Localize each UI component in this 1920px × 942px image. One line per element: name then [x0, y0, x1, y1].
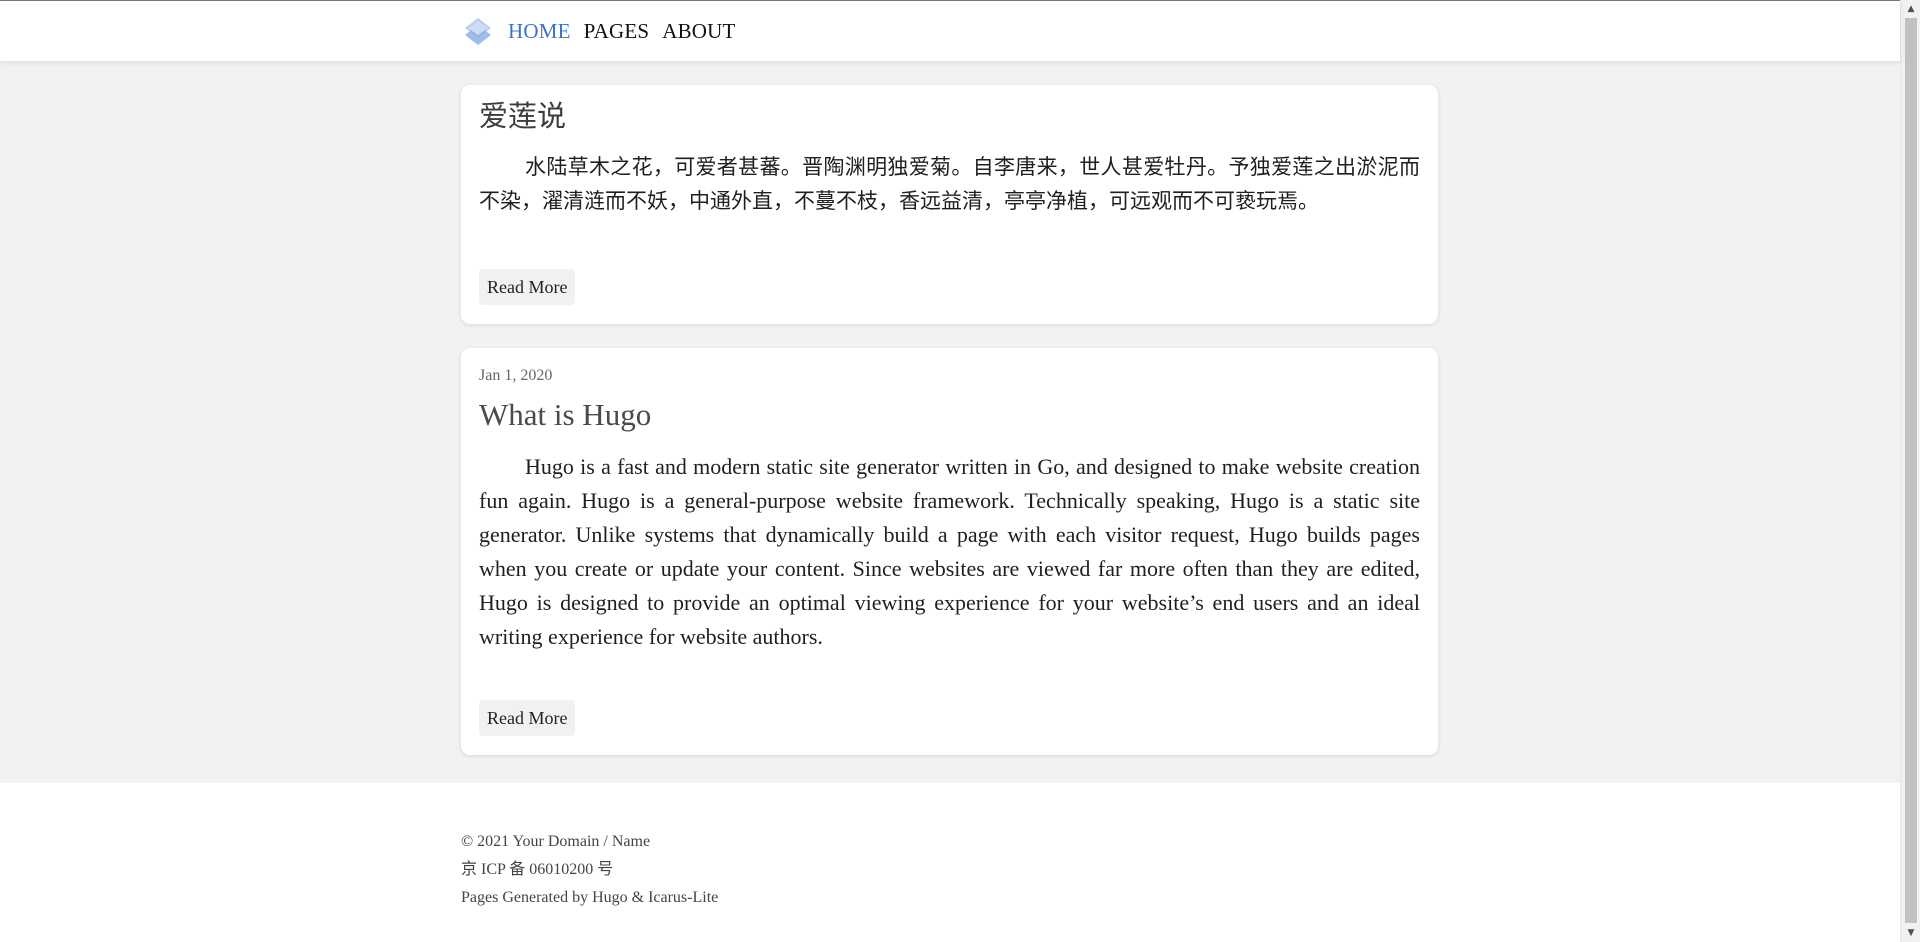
footer-generator: Pages Generated by Hugo & Icarus-Lite [461, 889, 719, 906]
navbar: HOME PAGES ABOUT [0, 1, 1900, 61]
page: HOME PAGES ABOUT 爱莲说 水陆草木之花，可爱者甚蕃。晋陶渊明独爱… [0, 0, 1920, 942]
footer-copyright: © 2021 Your Domain / Name [461, 833, 651, 850]
nav-about-link[interactable]: ABOUT [662, 20, 735, 42]
read-more-button[interactable]: Read More [479, 700, 576, 736]
nav-links: HOME PAGES ABOUT [461, 1, 736, 61]
read-more-button[interactable]: Read More [479, 269, 576, 305]
post-title[interactable]: What is Hugo [479, 396, 651, 433]
stacked-layers-logo-svg [465, 18, 491, 45]
nav-pages-link[interactable]: PAGES [584, 20, 650, 42]
scroll-down-arrow-icon[interactable]: ▼ [1901, 924, 1920, 942]
scrollbar-thumb[interactable] [1905, 18, 1917, 923]
vertical-scrollbar[interactable]: ▲ ▼ [1900, 0, 1920, 942]
main-content: 爱莲说 水陆草木之花，可爱者甚蕃。晋陶渊明独爱菊。自李唐来，世人甚爱牡丹。予独爱… [0, 61, 1900, 783]
post-excerpt: 水陆草木之花，可爱者甚蕃。晋陶渊明独爱菊。自李唐来，世人甚爱牡丹。予独爱莲之出淤… [479, 155, 1420, 213]
post-excerpt: Hugo is a fast and modern static site ge… [479, 454, 1420, 649]
nav-home-link[interactable]: HOME [508, 20, 571, 42]
stacked-layers-logo-icon[interactable] [461, 14, 495, 48]
footer-text: © 2021 Your Domain / Name 京 ICP 备 060102… [461, 828, 718, 912]
footer-icp: 京 ICP 备 06010200 号 [461, 861, 614, 878]
post-card-ailianshuo: 爱莲说 水陆草木之花，可爱者甚蕃。晋陶渊明独爱菊。自李唐来，世人甚爱牡丹。予独爱… [461, 85, 1438, 324]
post-card-what-is-hugo: Jan 1, 2020 What is Hugo Hugo is a fast … [461, 348, 1438, 755]
scroll-up-arrow-icon[interactable]: ▲ [1901, 0, 1920, 18]
post-date: Jan 1, 2020 [479, 367, 553, 384]
footer: © 2021 Your Domain / Name 京 ICP 备 060102… [0, 783, 1900, 942]
post-title[interactable]: 爱莲说 [479, 99, 566, 134]
